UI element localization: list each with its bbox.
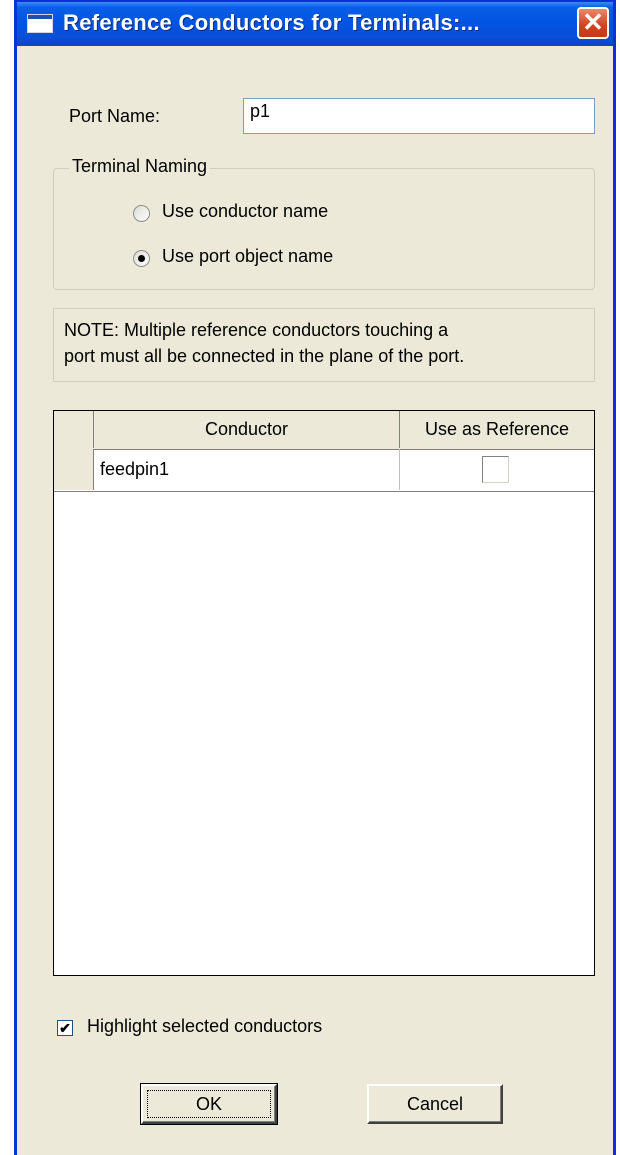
conductor-column-header[interactable]: Conductor: [94, 411, 400, 448]
table-header: Conductor Use as Reference: [54, 411, 594, 450]
row-header-cell[interactable]: [54, 449, 94, 490]
cancel-button[interactable]: Cancel: [367, 1084, 503, 1124]
conductor-cell[interactable]: feedpin1: [94, 449, 400, 490]
port-name-input[interactable]: p1: [243, 98, 595, 134]
use-as-reference-checkbox[interactable]: [482, 456, 509, 483]
reference-conductors-dialog: Reference Conductors for Terminals:... ✕…: [14, 0, 616, 1155]
terminal-naming-legend: Terminal Naming: [69, 156, 211, 177]
use-conductor-name-radio[interactable]: [133, 205, 150, 222]
highlight-selected-checkbox[interactable]: ✔: [57, 1020, 73, 1036]
use-port-object-name-radio[interactable]: [133, 250, 150, 267]
ok-button[interactable]: OK: [140, 1083, 278, 1125]
table-row[interactable]: feedpin1: [54, 449, 594, 492]
title-bar[interactable]: Reference Conductors for Terminals:... ✕: [17, 2, 613, 46]
port-name-label: Port Name:: [69, 106, 161, 126]
use-port-object-name-label[interactable]: Use port object name: [162, 246, 333, 267]
use-conductor-name-label[interactable]: Use conductor name: [162, 201, 328, 222]
terminal-naming-group: [53, 168, 595, 290]
note-line-2: port must all be connected in the plane …: [64, 346, 465, 366]
window-icon: [27, 14, 53, 33]
use-as-reference-column-header[interactable]: Use as Reference: [400, 411, 594, 448]
ok-focus-rectangle: [147, 1090, 271, 1118]
close-button[interactable]: ✕: [577, 7, 609, 39]
highlight-selected-label[interactable]: Highlight selected conductors: [87, 1016, 322, 1037]
conductor-table[interactable]: Conductor Use as Reference feedpin1: [53, 410, 595, 976]
cancel-button-label: Cancel: [406, 1094, 464, 1114]
window-title: Reference Conductors for Terminals:...: [63, 10, 480, 35]
note-box: NOTE: Multiple reference conductors touc…: [53, 308, 595, 382]
note-line-1: NOTE: Multiple reference conductors touc…: [64, 320, 449, 340]
corner-header-cell: [54, 411, 94, 448]
close-icon: ✕: [582, 7, 604, 37]
checkmark-icon: ✔: [59, 1020, 71, 1036]
